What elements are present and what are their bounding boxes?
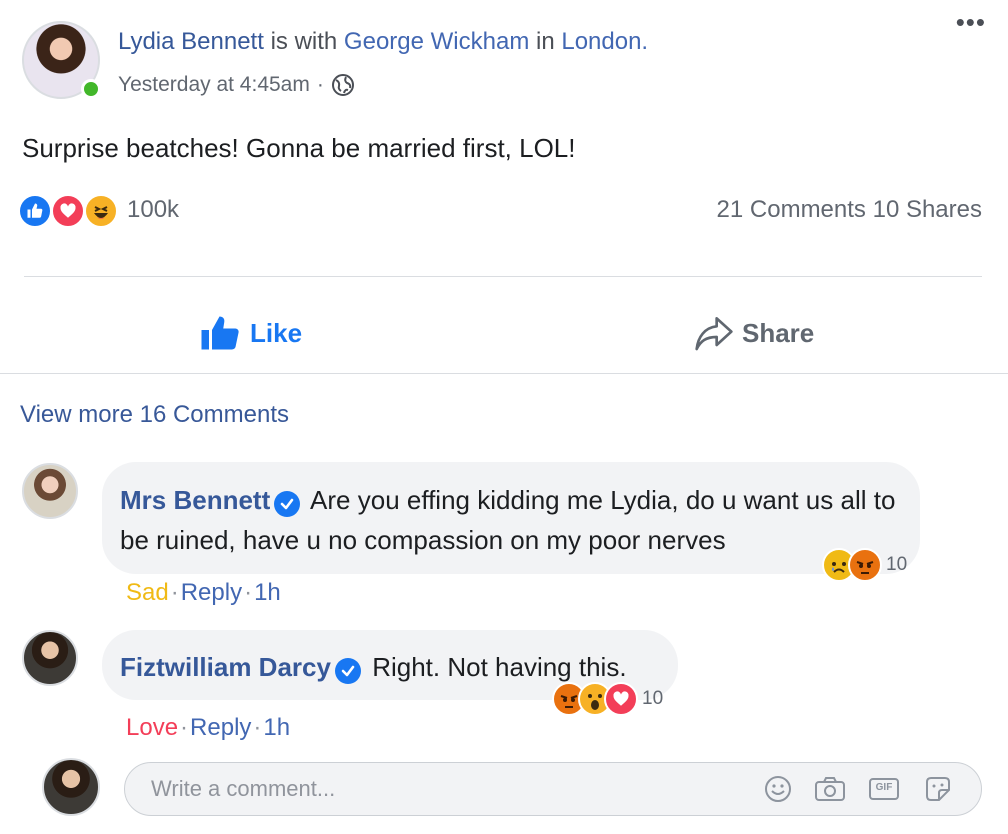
like-label: Like <box>250 317 303 348</box>
more-dots-icon[interactable]: ••• <box>956 9 986 35</box>
post-header-line: Lydia Bennett is with George Wickham in … <box>118 27 648 57</box>
write-comment-input[interactable] <box>151 763 711 815</box>
commenter-avatar[interactable] <box>22 630 78 686</box>
globe-icon[interactable] <box>331 73 355 97</box>
location-link[interactable]: London. <box>561 28 648 55</box>
reply-link[interactable]: Reply <box>190 714 251 741</box>
comment-author-name[interactable]: Fiztwilliam Darcy <box>120 652 331 682</box>
share-button[interactable]: Share <box>694 311 814 355</box>
sticker-icon[interactable] <box>921 773 955 805</box>
my-reaction-link[interactable]: Love <box>126 714 178 741</box>
post-meta: Yesterday at 4:45am · <box>118 71 355 99</box>
share-arrow-icon <box>694 314 742 352</box>
like-button[interactable]: Like <box>200 311 302 355</box>
reply-link[interactable]: Reply <box>181 579 242 606</box>
comment-meta: Sad·Reply·1h <box>126 579 281 606</box>
comment-meta: Love·Reply·1h <box>126 714 291 741</box>
love-icon[interactable] <box>51 194 85 228</box>
comment-text: Right. Not having this. <box>372 652 627 682</box>
online-status-dot <box>81 79 101 99</box>
post-author-name[interactable]: Lydia Bennett <box>118 28 264 55</box>
thumbs-up-icon <box>200 315 250 351</box>
current-user-avatar[interactable] <box>42 758 100 816</box>
angry-icon <box>848 548 882 582</box>
comment-reactions[interactable]: 10 <box>552 682 663 716</box>
comment-reaction-count: 10 <box>642 688 664 709</box>
divider <box>0 373 1008 374</box>
post-text: Surprise beatches! Gonna be married firs… <box>22 133 576 163</box>
gif-label: GIF <box>875 782 893 793</box>
verified-badge-icon <box>274 491 301 517</box>
comment-reactions[interactable]: 10 <box>822 548 907 582</box>
comment-time[interactable]: 1h <box>254 579 281 606</box>
comment-time[interactable]: 1h <box>263 714 290 741</box>
meta-separator: · <box>316 73 324 96</box>
my-reaction-link[interactable]: Sad <box>126 579 169 606</box>
gif-icon[interactable]: GIF <box>867 773 901 805</box>
emoji-icon[interactable] <box>761 773 795 805</box>
tagged-person-link[interactable]: George Wickham <box>344 28 529 55</box>
comment-body: Fiztwilliam Darcy Right. Not having this… <box>120 647 680 687</box>
share-label: Share <box>742 317 815 348</box>
divider <box>24 276 982 277</box>
haha-icon[interactable] <box>84 194 118 228</box>
post-timestamp[interactable]: Yesterday at 4:45am <box>118 71 310 99</box>
verified-badge-icon <box>334 658 361 684</box>
comment-reaction-count: 10 <box>886 554 908 575</box>
love-icon <box>604 682 638 716</box>
like-icon[interactable] <box>18 194 52 228</box>
in-text: in <box>535 28 555 55</box>
comments-shares-count[interactable]: 21 Comments 10 Shares <box>717 195 982 225</box>
reaction-count[interactable]: 100k <box>127 195 179 225</box>
view-more-comments-link[interactable]: View more 16 Comments <box>20 400 289 430</box>
with-text: is with <box>270 28 338 55</box>
comment-author-name[interactable]: Mrs Bennett <box>120 485 270 515</box>
commenter-avatar[interactable] <box>22 463 78 519</box>
comment-composer: GIF <box>124 762 982 816</box>
comment-body: Mrs Bennett Are you effing kidding me Ly… <box>120 480 900 560</box>
camera-icon[interactable] <box>813 773 847 805</box>
